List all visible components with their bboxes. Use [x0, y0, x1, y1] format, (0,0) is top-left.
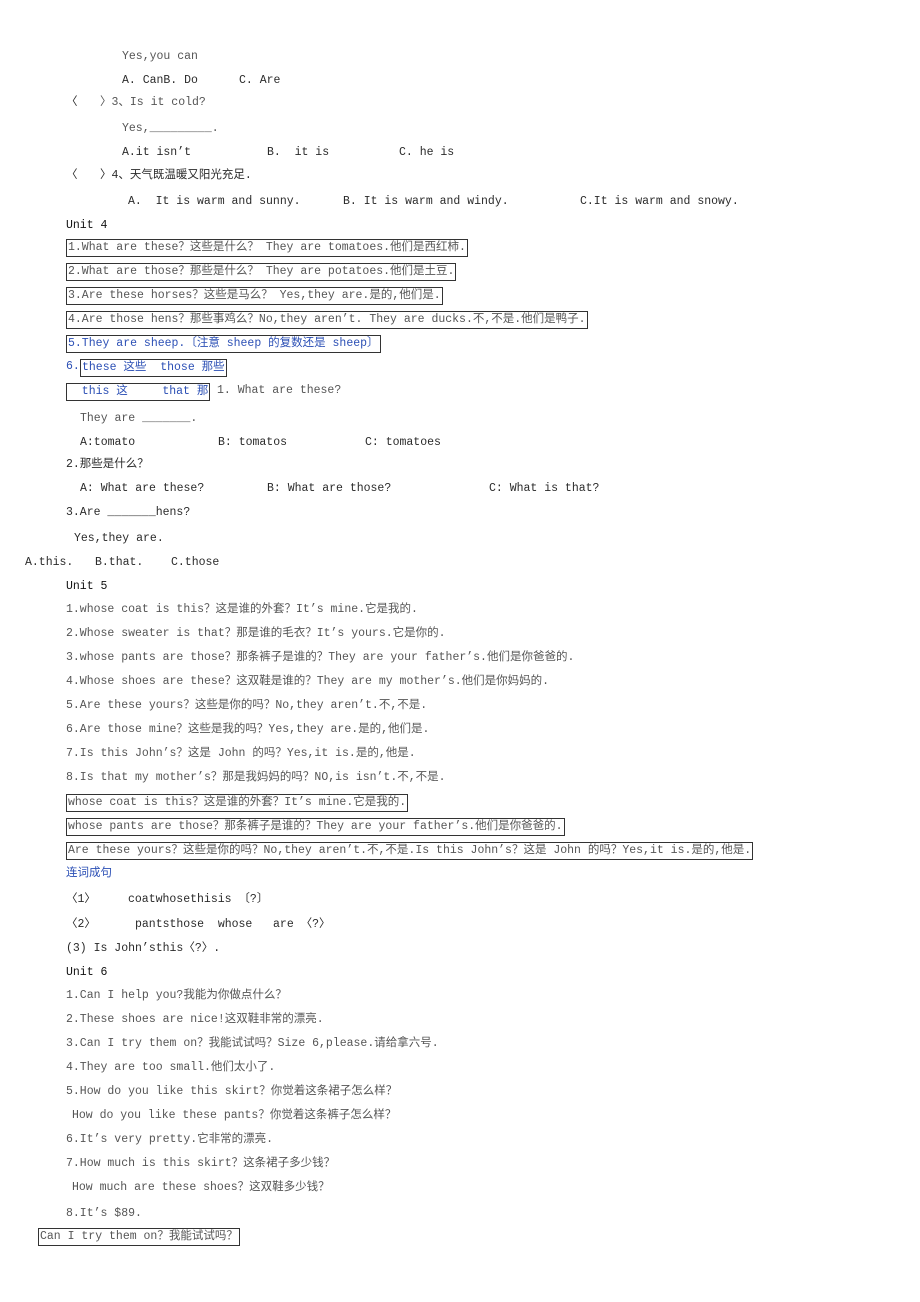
- sentence: How much are these shoes？这双鞋多少钱？: [72, 1181, 330, 1194]
- sentence: 6.It’s very pretty.它非常的漂亮.: [66, 1133, 274, 1146]
- question: 3.Are _______hens?: [66, 506, 191, 519]
- boxed-sentence: whose pants are those？那条裤子是谁的？They are y…: [66, 818, 565, 836]
- question: 〉3、Is it cold?: [100, 96, 206, 109]
- option: A: What are these?: [80, 482, 205, 495]
- sentence: 7.Is this John’s？这是 John 的吗？Yes,it is.是的…: [66, 747, 416, 760]
- option: B. it is: [267, 146, 330, 159]
- answer-line: They are _______.: [80, 412, 198, 425]
- unit-heading: Unit 4: [66, 219, 108, 232]
- sentence: 4.Whose shoes are these？这双鞋是谁的？They are …: [66, 675, 550, 688]
- option: B: What are those?: [267, 482, 392, 495]
- boxed-note: these 这些 those 那些: [80, 359, 227, 377]
- option: A.it isn’t: [122, 146, 192, 159]
- option: C: What is that?: [489, 482, 600, 495]
- item-number: 〈1〉: [66, 893, 96, 906]
- sentence: 2.These shoes are nice!这双鞋非常的漂亮.: [66, 1013, 324, 1026]
- answer-line: Yes,they are.: [74, 532, 164, 545]
- option: C.those: [171, 556, 220, 569]
- boxed-sentence: Can I try them on？我能试试吗？: [38, 1228, 240, 1246]
- boxed-sentence: 4.Are those hens？那些事鸡么？No,they aren’t. T…: [66, 311, 588, 329]
- sentence: 6.Are those mine？这些是我的吗？Yes,they are.是的,…: [66, 723, 430, 736]
- option: C. he is: [399, 146, 455, 159]
- option: B: tomatos: [218, 436, 288, 449]
- answer-line: Yes,_________.: [122, 122, 219, 135]
- sentence: 8.Is that my mother’s？那是我妈妈的吗？NO,is isn’…: [66, 771, 446, 784]
- sentence: 7.How much is this skirt？这条裙子多少钱？: [66, 1157, 336, 1170]
- sentence: 2.Whose sweater is that？那是谁的毛衣？It’s your…: [66, 627, 446, 640]
- boxed-sentence: 1.What are these？这些是什么？ They are tomatoe…: [66, 239, 468, 257]
- question: 1. What are these?: [217, 384, 342, 397]
- sentence: 5.How do you like this skirt？你觉着这条裙子怎么样？: [66, 1085, 398, 1098]
- item-number: 6.: [66, 360, 80, 373]
- sentence: 3.whose pants are those？那条裤子是谁的？They are…: [66, 651, 575, 664]
- question: 2.那些是什么？: [66, 458, 149, 471]
- option: A. CanB. Do: [122, 74, 198, 87]
- scrambled-words: (3) Is John’sthis〈?〉.: [66, 942, 221, 955]
- answer-line: Yes,you can: [122, 50, 198, 63]
- bracket: 〈: [66, 169, 78, 182]
- option: B.that.: [95, 556, 144, 569]
- boxed-note: 5.They are sheep.〔注意 sheep 的复数还是 sheep〕: [66, 335, 381, 353]
- option: C: tomatoes: [365, 436, 441, 449]
- option: B. It is warm and windy.: [343, 195, 509, 208]
- option: C.It is warm and snowy.: [580, 195, 739, 208]
- boxed-note: this 这 that 那: [66, 383, 211, 401]
- boxed-sentence: whose coat is this？这是谁的外套？It’s mine.它是我的…: [66, 794, 409, 812]
- unit-heading: Unit 6: [66, 966, 108, 979]
- sentence: 3.Can I try them on？我能试试吗？Size 6,please.…: [66, 1037, 439, 1050]
- section-heading: 连词成句: [66, 867, 112, 880]
- option: A.this.: [25, 556, 74, 569]
- item-number: 〈2〉: [66, 918, 96, 931]
- boxed-sentence: 2.What are those？那些是什么？ They are potatoe…: [66, 263, 457, 281]
- boxed-sentence: 3.Are these horses？这些是马么？ Yes,they are.是…: [66, 287, 443, 305]
- option: A. It is warm and sunny.: [128, 195, 301, 208]
- sentence: 1.whose coat is this？这是谁的外套？It’s mine.它是…: [66, 603, 418, 616]
- sentence: 1.Can I help you?我能为你做点什么？: [66, 989, 287, 1002]
- sentence: How do you like these pants？你觉着这条裤子怎么样？: [72, 1109, 397, 1122]
- unit-heading: Unit 5: [66, 580, 108, 593]
- scrambled-words: pantsthose whose are 〈?〉: [135, 918, 331, 931]
- option: C. Are: [239, 74, 281, 87]
- sentence: 4.They are too small.他们太小了.: [66, 1061, 276, 1074]
- boxed-sentence: Are these yours？这些是你的吗？No,they aren’t.不,…: [66, 842, 754, 860]
- scrambled-words: coatwhosethisis 〔?〕: [128, 893, 269, 906]
- option: A:tomato: [80, 436, 136, 449]
- sentence: 8.It’s $89.: [66, 1207, 142, 1220]
- question: 〉4、天气既温暖又阳光充足.: [100, 169, 252, 182]
- bracket: 〈: [66, 96, 78, 109]
- sentence: 5.Are these yours？这些是你的吗？No,they aren’t.…: [66, 699, 428, 712]
